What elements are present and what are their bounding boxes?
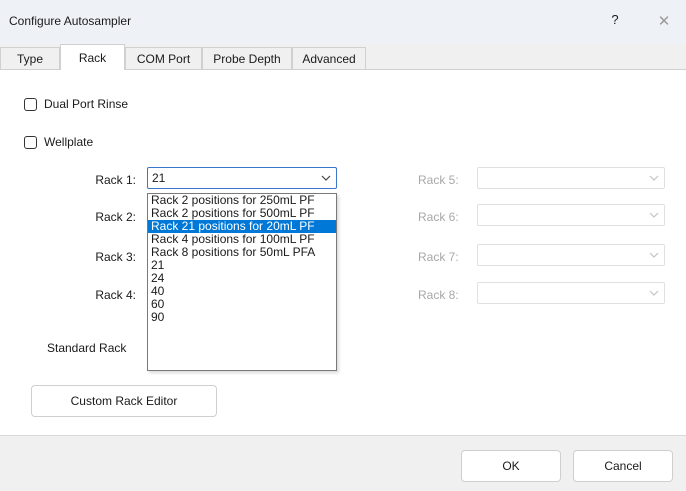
rack-1-select[interactable]: 21 [147,167,337,189]
rack-1-value: 21 [152,171,166,185]
rack-7-select [477,244,665,266]
dropdown-option[interactable]: 40 [148,285,336,298]
rack-8-label: Rack 8: [418,288,459,302]
tab-bar: Type Rack COM Port Probe Depth Advanced [0,44,686,70]
dropdown-option-selected[interactable]: Rack 21 positions for 20mL PF [148,220,336,233]
rack-4-label: Rack 4: [95,288,136,302]
checkbox-unchecked-icon[interactable] [24,97,37,111]
custom-rack-editor-button[interactable]: Custom Rack Editor [31,385,217,417]
title-bar: Configure Autosampler ? ✕ [0,0,686,44]
dropdown-option[interactable]: 90 [148,311,336,324]
rack-2-label: Rack 2: [95,210,136,224]
dropdown-option[interactable]: Rack 8 positions for 50mL PFA [148,246,336,259]
cancel-button[interactable]: Cancel [573,450,673,482]
window-title: Configure Autosampler [9,14,132,28]
dropdown-option[interactable]: Rack 2 positions for 250mL PF [148,194,336,207]
dropdown-option[interactable]: Rack 2 positions for 500mL PF [148,207,336,220]
chevron-down-icon [649,252,659,258]
ok-button[interactable]: OK [461,450,561,482]
close-icon[interactable]: ✕ [654,12,674,32]
dual-port-rinse-label: Dual Port Rinse [44,97,129,111]
chevron-down-icon [649,290,659,296]
tab-probe-depth[interactable]: Probe Depth [202,47,292,69]
rack-8-select [477,282,665,304]
dropdown-option[interactable]: 60 [148,298,336,311]
standard-rack-label: Standard Rack [47,341,127,355]
tab-rack[interactable]: Rack [60,44,125,70]
rack-1-dropdown-list: Rack 2 positions for 250mL PF Rack 2 pos… [147,193,337,371]
rack-5-label: Rack 5: [418,173,459,187]
rack-5-select [477,167,665,189]
configure-autosampler-dialog: Configure Autosampler ? ✕ Type Rack COM … [0,0,686,491]
chevron-down-icon [649,212,659,218]
tab-com-port[interactable]: COM Port [125,47,202,69]
dropdown-option[interactable]: Rack 4 positions for 100mL PF [148,233,336,246]
wellplate-label: Wellplate [44,135,94,149]
checkbox-unchecked-icon[interactable] [24,135,37,149]
dropdown-option[interactable]: 24 [148,272,336,285]
rack-1-label: Rack 1: [95,173,136,187]
dropdown-option[interactable]: 21 [148,259,336,272]
tab-advanced[interactable]: Advanced [292,47,366,69]
rack-7-label: Rack 7: [418,250,459,264]
rack-3-label: Rack 3: [95,250,136,264]
dual-port-rinse-option[interactable]: Dual Port Rinse [24,96,128,112]
rack-6-select [477,204,665,226]
wellplate-option[interactable]: Wellplate [24,134,93,150]
help-icon[interactable]: ? [605,12,625,32]
tab-type[interactable]: Type [0,47,60,69]
chevron-down-icon [321,175,331,181]
chevron-down-icon [649,175,659,181]
rack-6-label: Rack 6: [418,210,459,224]
